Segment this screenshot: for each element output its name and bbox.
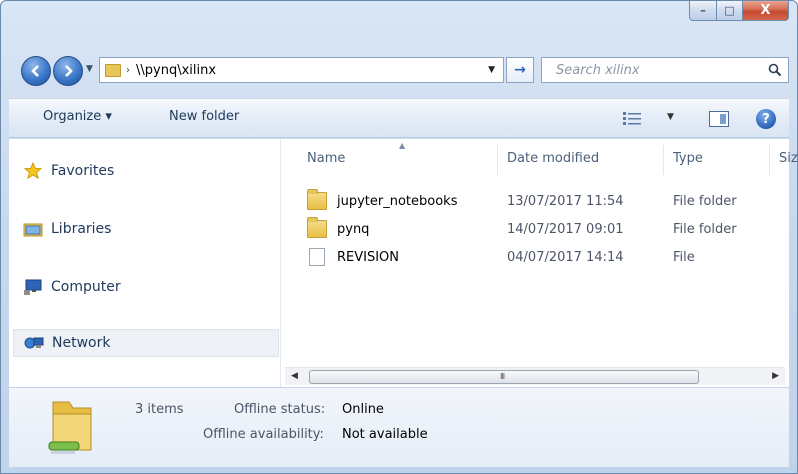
file-date: 13/07/2017 11:54 (507, 193, 624, 209)
sort-ascending-icon: ▲ (399, 141, 406, 150)
explorer-window: – □ X ▼ › \\pynq\xilinx ▼ → Organize ▾ N… (0, 0, 798, 474)
star-icon (23, 162, 43, 180)
folder-icon (105, 63, 121, 77)
column-header-size[interactable]: Siz (779, 151, 798, 166)
offline-status-value: Online (342, 402, 384, 417)
details-pane: 3 items Offline status: Online Offline a… (9, 387, 789, 467)
column-divider[interactable] (769, 145, 770, 175)
nav-item-label: Computer (51, 279, 121, 295)
minimize-button[interactable]: – (689, 1, 717, 21)
help-button[interactable]: ? (756, 109, 776, 129)
offline-folder-icon (47, 396, 97, 458)
file-name: REVISION (337, 249, 400, 265)
preview-pane-icon[interactable] (709, 111, 729, 127)
organize-button[interactable]: Organize ▾ (43, 109, 112, 124)
column-header-date-modified[interactable]: Date modified (507, 151, 599, 166)
offline-availability-value: Not available (342, 427, 428, 442)
search-box[interactable] (541, 57, 789, 83)
address-row: ▼ › \\pynq\xilinx ▼ → (21, 54, 789, 88)
go-button[interactable]: → (506, 57, 534, 83)
file-row[interactable]: pynq 14/07/2017 09:01 File folder (307, 217, 787, 241)
address-path[interactable]: \\pynq\xilinx (136, 63, 488, 78)
forward-button[interactable] (53, 56, 83, 86)
file-icon (309, 248, 325, 266)
file-date: 04/07/2017 14:14 (507, 249, 624, 265)
folder-icon (307, 217, 327, 238)
libraries-icon (23, 220, 43, 238)
nav-item-label: Favorites (51, 163, 115, 179)
scrollbar-thumb[interactable]: III (309, 370, 699, 384)
views-icon[interactable] (623, 111, 643, 129)
views-dropdown-icon[interactable]: ▼ (667, 112, 674, 122)
nav-item-computer[interactable]: Computer (23, 273, 121, 301)
network-icon (24, 334, 44, 352)
scrollbar-grip: III (500, 372, 505, 381)
new-folder-button[interactable]: New folder (169, 109, 239, 124)
nav-item-favorites[interactable]: Favorites (23, 157, 114, 185)
nav-item-libraries[interactable]: Libraries (23, 215, 111, 243)
navigation-pane: Favorites Libraries Computer Network (9, 139, 281, 387)
chevron-right-icon[interactable]: › (126, 65, 130, 76)
file-name: jupyter_notebooks (337, 193, 458, 209)
offline-status-label: Offline status: (234, 402, 326, 417)
close-button[interactable]: X (743, 1, 789, 21)
recent-pages-dropdown-icon[interactable]: ▼ (86, 64, 93, 74)
column-header-name[interactable]: Name (307, 151, 345, 166)
file-date: 14/07/2017 09:01 (507, 221, 624, 237)
search-input[interactable] (542, 62, 762, 78)
file-type: File (673, 249, 695, 265)
computer-icon (23, 278, 43, 296)
file-row[interactable]: REVISION 04/07/2017 14:14 File (307, 245, 787, 269)
scroll-right-icon[interactable]: ▶ (772, 371, 779, 381)
file-type: File folder (673, 193, 737, 209)
item-count: 3 items (135, 402, 184, 417)
file-row[interactable]: jupyter_notebooks 13/07/2017 11:54 File … (307, 189, 787, 213)
column-divider[interactable] (663, 145, 664, 175)
forward-arrow-icon (65, 65, 73, 77)
nav-item-network[interactable]: Network (13, 329, 279, 357)
nav-item-label: Network (52, 335, 111, 351)
horizontal-scrollbar[interactable]: ◀ III ▶ (285, 367, 785, 385)
address-dropdown-icon[interactable]: ▼ (488, 65, 495, 75)
maximize-button[interactable]: □ (717, 1, 743, 21)
caption-buttons: – □ X (689, 1, 789, 23)
command-bar: Organize ▾ New folder ▼ ? (9, 98, 789, 138)
scroll-left-icon[interactable]: ◀ (291, 371, 298, 381)
column-divider[interactable] (497, 145, 498, 175)
offline-availability-label: Offline availability: (203, 427, 324, 442)
search-icon[interactable] (762, 58, 788, 82)
file-list-pane: ▲ Name Date modified Type Siz jupyter_no… (281, 139, 798, 387)
back-button[interactable] (21, 56, 51, 86)
address-bar[interactable]: › \\pynq\xilinx ▼ (99, 57, 504, 83)
back-arrow-icon (31, 65, 39, 77)
file-name: pynq (337, 221, 370, 237)
content-area: Favorites Libraries Computer Network ▲ N… (9, 139, 798, 387)
file-type: File folder (673, 221, 737, 237)
folder-icon (307, 189, 327, 210)
column-header-type[interactable]: Type (673, 151, 703, 166)
nav-item-label: Libraries (51, 221, 112, 237)
